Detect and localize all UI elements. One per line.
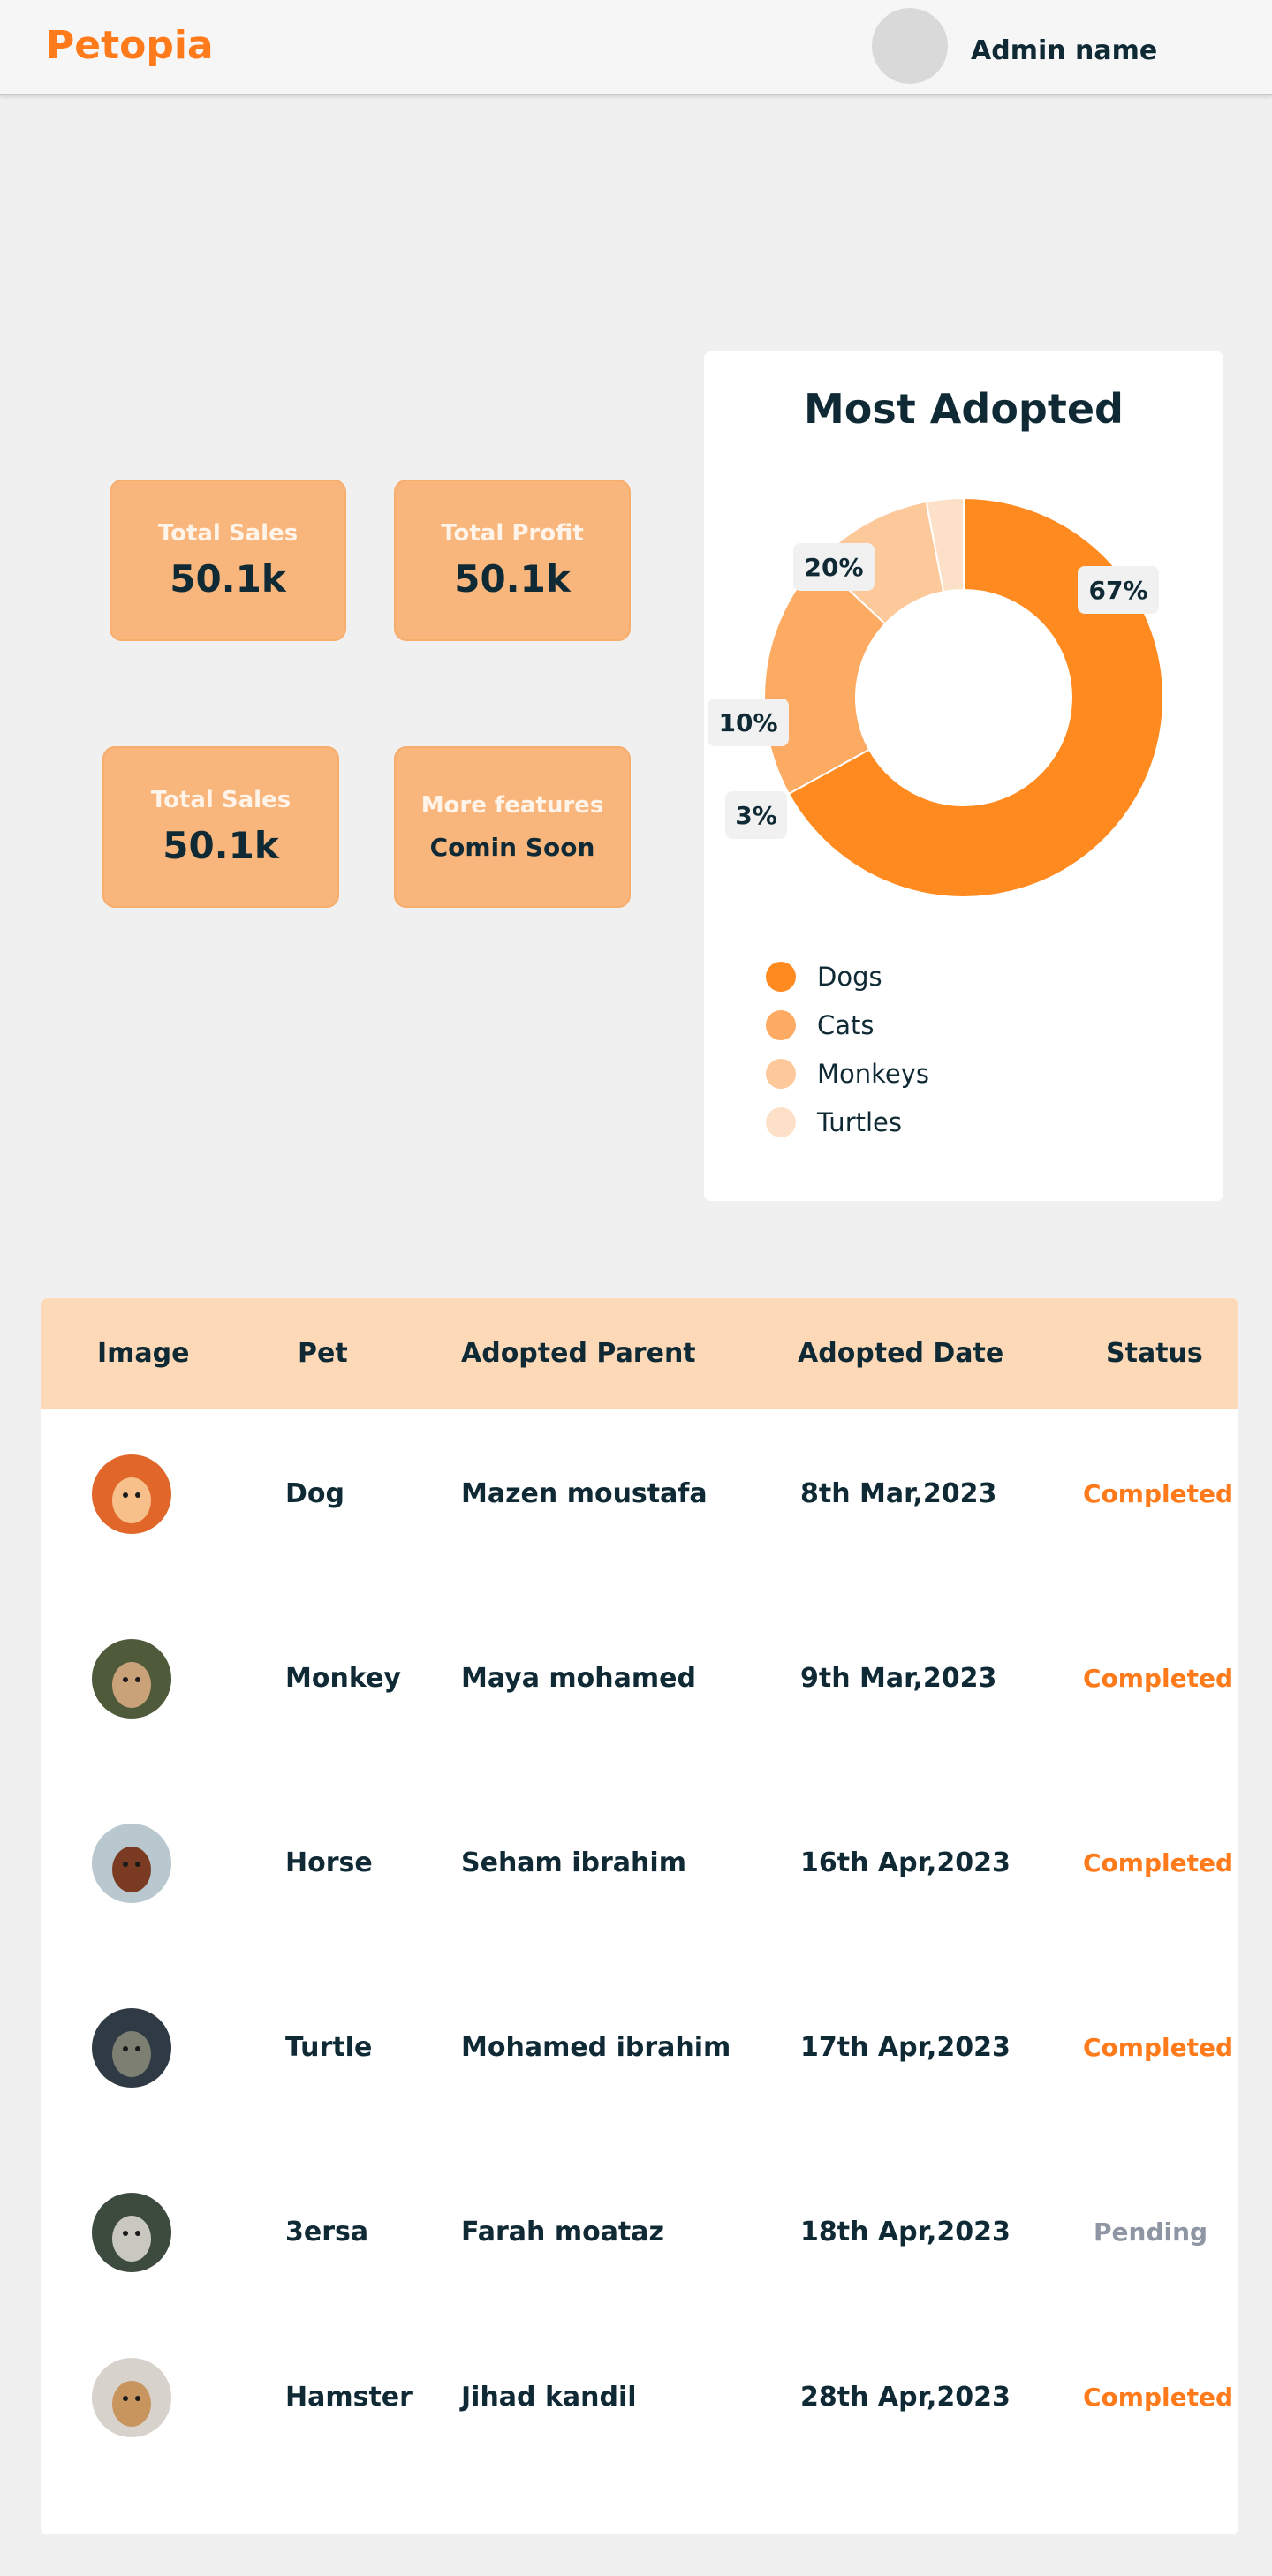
table-header: Image Pet Adopted Parent Adopted Date St… [41, 1298, 1238, 1409]
pet-name: 3ersa [285, 2217, 369, 2247]
legend-label: Monkeys [817, 1058, 930, 1089]
adopted-parent: Farah moataz [461, 2217, 664, 2247]
stat-card-more-features: More features Comin Soon [394, 746, 631, 908]
svg-text:3%: 3% [735, 801, 777, 830]
stat-card-value: 50.1k [163, 824, 279, 867]
most-adopted-panel: Most Adopted 67% 20% 10% 3% Dogs Cats Monkeys… [704, 351, 1223, 1201]
adopted-date: 28th Apr,2023 [800, 2382, 1011, 2413]
legend-label: Cats [817, 1009, 874, 1040]
svg-text:20%: 20% [804, 553, 863, 582]
stat-card-label: More features [420, 792, 604, 819]
adoptions-table: Image Pet Adopted Parent Adopted Date St… [41, 1298, 1238, 2534]
legend-label: Dogs [817, 961, 882, 992]
brand-logo[interactable]: Petopia [46, 23, 214, 68]
stat-card-value: 50.1k [170, 557, 286, 601]
pet-name: Monkey [285, 1663, 401, 1694]
stat-card-label: Total Profit [441, 520, 584, 547]
donut-label-cats: 20% [793, 543, 874, 591]
table-row[interactable]: Dog Mazen moustafa 8th Mar,2023 Completed [41, 1446, 1238, 1543]
stat-card-label: Total Sales [150, 787, 292, 813]
legend-swatch [766, 961, 796, 992]
pet-photo [92, 1824, 171, 1903]
adopted-date: 17th Apr,2023 [800, 2032, 1011, 2063]
adopted-parent: Mohamed ibrahim [461, 2032, 731, 2063]
legend-item-cats[interactable]: Cats [766, 1001, 929, 1049]
legend-swatch [766, 1107, 796, 1137]
pet-photo [92, 1454, 171, 1534]
stat-card-coming-soon: Comin Soon [429, 833, 595, 862]
status-badge: Completed [1083, 1848, 1234, 1877]
adopted-parent: Seham ibrahim [461, 1847, 686, 1878]
chart-legend: Dogs Cats Monkeys Turtles [766, 952, 929, 1146]
adopted-date: 9th Mar,2023 [800, 1663, 997, 1694]
legend-item-turtles[interactable]: Turtles [766, 1098, 929, 1146]
adopted-date: 18th Apr,2023 [800, 2217, 1011, 2247]
svg-text:67%: 67% [1088, 576, 1147, 605]
pet-name: Hamster [285, 2382, 413, 2413]
status-badge: Completed [1083, 2383, 1234, 2412]
adopted-parent: Mazen moustafa [461, 1478, 708, 1509]
admin-name[interactable]: Admin name [971, 35, 1157, 66]
status-badge: Completed [1083, 1479, 1234, 1508]
pet-photo [92, 2193, 171, 2272]
legend-label: Turtles [817, 1107, 902, 1137]
stat-card-total-sales: Total Sales 50.1k [110, 480, 346, 641]
table-row[interactable]: Turtle Mohamed ibrahim 17th Apr,2023 Comple… [41, 1999, 1238, 2096]
table-row[interactable]: 3ersa Farah moataz 18th Apr,2023 Pending [41, 2184, 1238, 2281]
pet-name: Turtle [285, 2032, 373, 2063]
status-badge: Pending [1094, 2217, 1208, 2247]
stat-card-label: Total Sales [157, 520, 299, 547]
donut-label-turtles: 3% [725, 791, 787, 839]
adopted-parent: Jihad kandil [461, 2382, 637, 2413]
top-header: Petopia Admin name [0, 0, 1272, 95]
legend-swatch [766, 1058, 796, 1089]
legend-swatch [766, 1009, 796, 1040]
pet-name: Horse [285, 1847, 373, 1878]
pet-photo [92, 1639, 171, 1719]
header-image: Image [97, 1338, 190, 1369]
stat-card-total-sales-2: Total Sales 50.1k [102, 746, 339, 908]
header-pet: Pet [298, 1338, 348, 1369]
legend-item-monkeys[interactable]: Monkeys [766, 1049, 929, 1098]
status-badge: Completed [1083, 1664, 1234, 1693]
table-row[interactable]: Monkey Maya mohamed 9th Mar,2023 Completed [41, 1630, 1238, 1727]
svg-text:10%: 10% [718, 708, 777, 737]
donut-label-monkeys: 10% [708, 699, 789, 746]
pet-photo [92, 2358, 171, 2437]
adopted-date: 16th Apr,2023 [800, 1847, 1011, 1878]
header-adopted-parent: Adopted Parent [461, 1338, 696, 1369]
table-row[interactable]: Hamster Jihad kandil 28th Apr,2023 Complete… [41, 2349, 1238, 2446]
stat-card-total-profit: Total Profit 50.1k [394, 480, 631, 641]
legend-item-dogs[interactable]: Dogs [766, 952, 929, 1001]
donut-label-dogs: 67% [1078, 566, 1159, 614]
table-row[interactable]: Horse Seham ibrahim 16th Apr,2023 Completed [41, 1815, 1238, 1912]
adopted-date: 8th Mar,2023 [800, 1478, 997, 1509]
stat-card-value: 50.1k [454, 557, 571, 601]
pet-photo [92, 2008, 171, 2088]
adopted-parent: Maya mohamed [461, 1663, 696, 1694]
header-adopted-date: Adopted Date [798, 1338, 1004, 1369]
donut-chart: 67% 20% 10% 3% [708, 496, 1164, 898]
admin-avatar[interactable] [872, 8, 948, 84]
header-status: Status [1106, 1338, 1203, 1369]
pet-name: Dog [285, 1478, 344, 1509]
status-badge: Completed [1083, 2033, 1234, 2062]
